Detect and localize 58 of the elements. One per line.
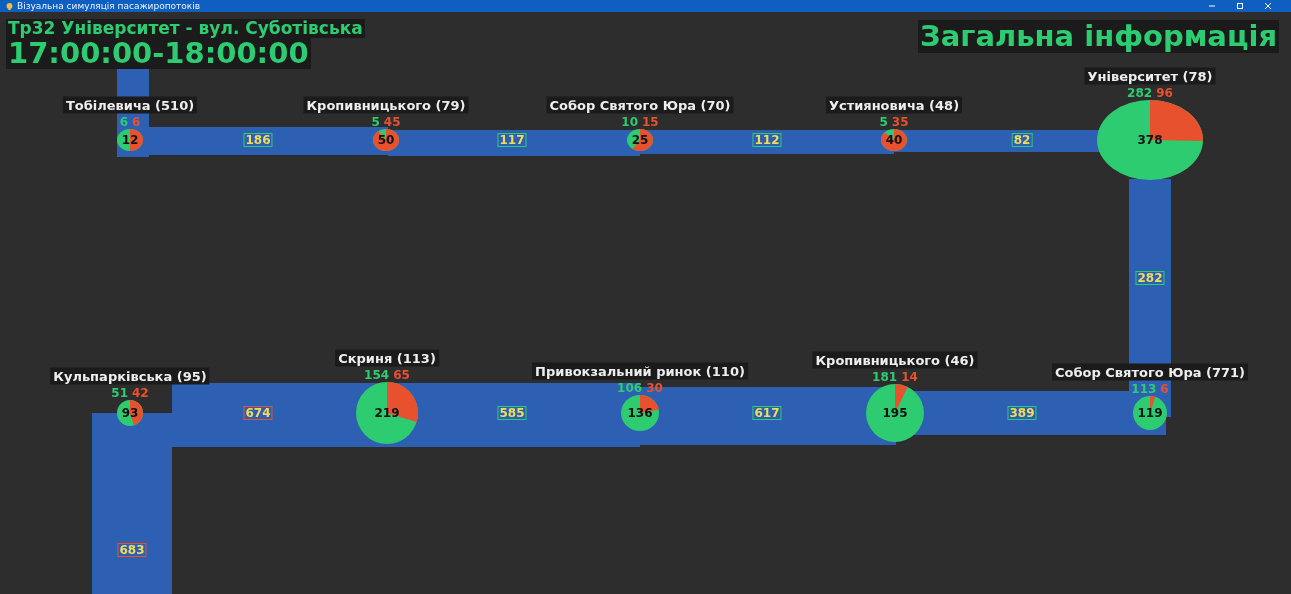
app-icon bbox=[6, 2, 13, 10]
stop-name: Кропивницького (79) bbox=[303, 96, 469, 114]
boarding-count: 282 bbox=[1127, 86, 1153, 100]
pie-marker bbox=[866, 384, 924, 442]
boarding-count: 51 bbox=[111, 386, 128, 400]
pie-marker bbox=[356, 382, 418, 444]
boarding-count: 5 bbox=[879, 115, 888, 129]
alighting-count: 14 bbox=[901, 370, 918, 384]
info-heading: Загальна інформація bbox=[918, 20, 1279, 53]
load-label: 117 bbox=[497, 133, 527, 147]
alighting-count: 42 bbox=[132, 386, 149, 400]
stop-name: Собор Святого Юра (70) bbox=[546, 96, 734, 114]
total-count: 136 bbox=[627, 406, 653, 420]
boarding-count: 10 bbox=[621, 115, 638, 129]
stop-name: Устияновича (48) bbox=[825, 96, 963, 114]
load-label: 112 bbox=[752, 133, 782, 147]
close-icon[interactable] bbox=[1265, 3, 1271, 9]
boarding-count: 154 bbox=[364, 368, 390, 382]
total-count: 195 bbox=[882, 406, 908, 420]
load-label: 186 bbox=[243, 133, 273, 147]
stop-name: Кульпарківська (95) bbox=[50, 367, 210, 385]
stop-name: Університет (78) bbox=[1084, 67, 1216, 85]
load-label: 82 bbox=[1011, 133, 1033, 147]
load-label: 674 bbox=[243, 406, 273, 420]
boarding-count: 5 bbox=[371, 115, 380, 129]
stop-name: Скриня (113) bbox=[335, 349, 439, 367]
stop-name: Привокзальний ринок (110) bbox=[532, 362, 748, 380]
pie-marker bbox=[621, 395, 659, 431]
total-count: 40 bbox=[885, 133, 903, 147]
route-title: Тр32 Університет - вул. Суботівська bbox=[6, 19, 365, 38]
minimize-icon[interactable] bbox=[1209, 3, 1215, 9]
pie-marker bbox=[1133, 396, 1167, 430]
total-count: 219 bbox=[374, 406, 400, 420]
load-label: 389 bbox=[1007, 406, 1037, 420]
boarding-count: 6 bbox=[119, 115, 128, 129]
alighting-count: 65 bbox=[393, 368, 410, 382]
alighting-count: 45 bbox=[383, 115, 401, 129]
stop-name: Кропивницького (46) bbox=[812, 351, 978, 369]
load-label: 683 bbox=[117, 543, 147, 557]
boarding-count: 181 bbox=[872, 370, 898, 384]
total-count: 50 bbox=[377, 133, 395, 147]
total-count: 119 bbox=[1137, 406, 1163, 420]
window-title: Візуальна симуляція пасажиропотоків bbox=[17, 0, 201, 12]
alighting-count: 35 bbox=[891, 115, 909, 129]
total-count: 378 bbox=[1137, 133, 1163, 147]
time-range: 17:00:00-18:00:00 bbox=[6, 38, 311, 69]
boarding-count: 113 bbox=[1131, 382, 1157, 396]
boarding-count: 106 bbox=[617, 381, 643, 395]
load-label: 282 bbox=[1135, 271, 1165, 285]
alighting-count: 6 bbox=[132, 115, 141, 129]
maximize-icon[interactable] bbox=[1237, 3, 1243, 9]
stop-name: Тобілевича (510) bbox=[62, 96, 198, 114]
alighting-count: 15 bbox=[642, 115, 659, 129]
load-label: 585 bbox=[497, 406, 527, 420]
stop-name: Собор Святого Юра (771) bbox=[1052, 363, 1248, 381]
alighting-count: 96 bbox=[1156, 86, 1173, 100]
alighting-count: 6 bbox=[1160, 382, 1169, 396]
load-label: 617 bbox=[752, 406, 782, 420]
